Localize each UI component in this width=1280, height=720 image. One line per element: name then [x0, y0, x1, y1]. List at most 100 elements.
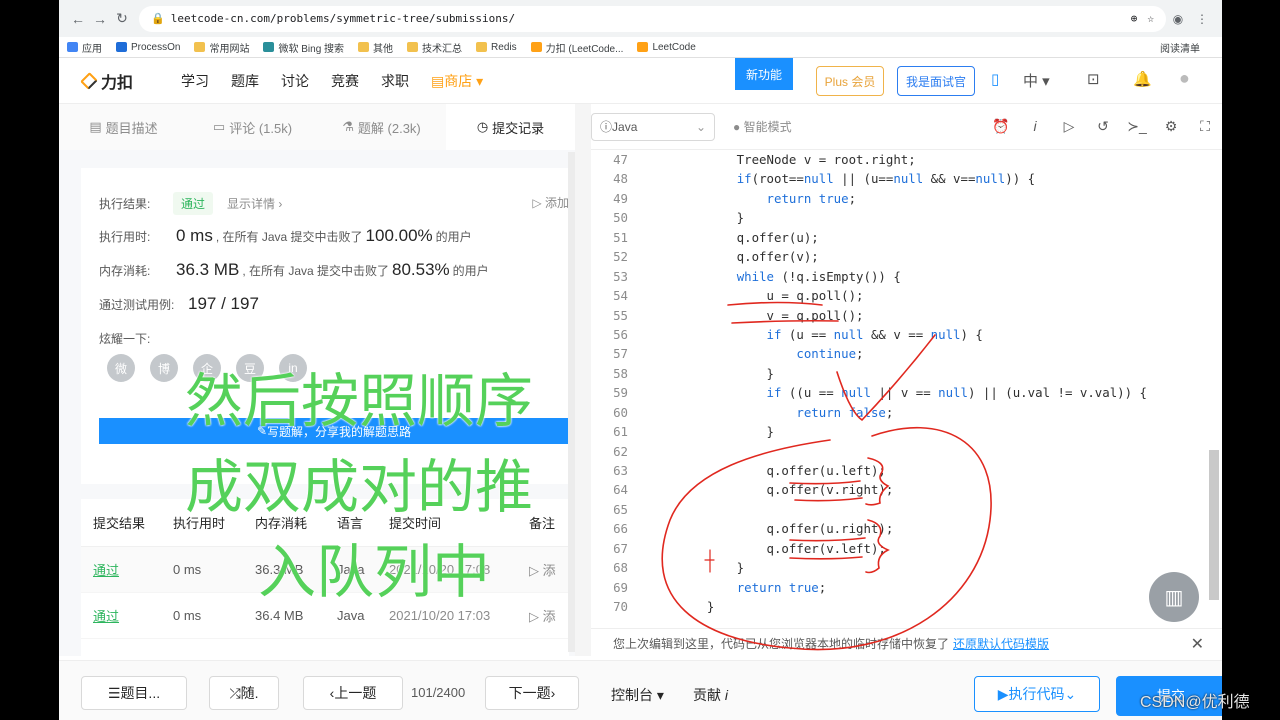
row-result-link[interactable]: 通过 — [81, 606, 173, 625]
code-line[interactable]: 48 if(root==null || (u==null && v==null)… — [591, 169, 1222, 188]
nav-jobs[interactable]: 求职 — [381, 71, 409, 91]
code-line[interactable]: 47 TreeNode v = root.right; — [591, 150, 1222, 169]
profile-icon[interactable]: ◉ — [1166, 12, 1190, 26]
code-line[interactable]: 65 — [591, 500, 1222, 519]
info-italic-icon[interactable]: i — [1018, 118, 1052, 135]
bookmark-redis[interactable]: Redis — [476, 42, 517, 53]
next-button[interactable]: 下一题 › — [485, 676, 579, 710]
code-line[interactable]: 58 } — [591, 364, 1222, 383]
bookmark-bing[interactable]: 微软 Bing 搜索 — [263, 40, 344, 55]
site-logo[interactable]: 力扣 — [79, 69, 159, 93]
nav-learn[interactable]: 学习 — [181, 71, 209, 91]
contribute-link[interactable]: 贡献 i — [693, 685, 728, 705]
bell-icon[interactable]: 🔔 — [1133, 70, 1152, 88]
editor-scrollbar[interactable] — [1209, 450, 1219, 600]
code-line[interactable]: 61 } — [591, 422, 1222, 441]
console-toggle[interactable]: 控制台 ▾ — [611, 685, 664, 705]
nav-shop[interactable]: ▤商店 ▾ — [431, 71, 483, 91]
row-language: Java — [337, 608, 365, 623]
line-text: q.offer(v); — [677, 249, 819, 265]
code-line[interactable]: 63 q.offer(u.left); — [591, 461, 1222, 480]
bookmark-common[interactable]: 常用网站 — [194, 40, 249, 55]
notes-float-button[interactable]: ▥ — [1149, 572, 1199, 622]
interviewer-button[interactable]: 我是面试官 — [897, 66, 975, 96]
memory-mid: , 在所有 Java 提交中击败了 — [242, 264, 389, 278]
forward-icon[interactable]: → — [89, 11, 111, 27]
keyword-token: null — [930, 326, 961, 342]
bookmark-leetcode-cn[interactable]: 力扣 (LeetCode... — [530, 40, 623, 55]
code-line[interactable]: 64 q.offer(v.right); — [591, 480, 1222, 499]
smart-mode-toggle[interactable]: ● 智能模式 — [733, 118, 792, 135]
code-line[interactable]: 52 q.offer(v); — [591, 247, 1222, 266]
code-line[interactable]: 53 while (!q.isEmpty()) { — [591, 267, 1222, 286]
avatar[interactable]: ● — [1179, 68, 1190, 89]
problem-list-button[interactable]: ☰ 题目... — [81, 676, 187, 710]
nav-problems[interactable]: 题库 — [231, 71, 259, 91]
tab-comments[interactable]: ▭ 评论 (1.5k) — [188, 104, 317, 150]
terminal-icon[interactable]: ≻_ — [1120, 118, 1154, 135]
caret-down-icon: ▾ — [472, 72, 484, 89]
play-icon[interactable]: ▷ — [1052, 118, 1086, 135]
row-result-link[interactable]: 通过 — [81, 560, 173, 579]
reading-list[interactable]: 阅读清单 — [1160, 40, 1200, 55]
close-icon[interactable]: ✕ — [1191, 634, 1204, 654]
bookmark-leetcode[interactable]: LeetCode — [637, 42, 696, 53]
code-line[interactable]: 51 q.offer(u); — [591, 228, 1222, 247]
code-line[interactable]: 55 v = q.poll(); — [591, 306, 1222, 325]
code-line[interactable]: 54 u = q.poll(); — [591, 286, 1222, 305]
tab-description[interactable]: ▤ 题目描述 — [59, 104, 188, 150]
bookmark-tech[interactable]: 技术汇总 — [407, 40, 462, 55]
code-line[interactable]: 59 if ((u == null || v == null) || (u.va… — [591, 383, 1222, 402]
watermark: CSDN@优利德 — [1140, 694, 1250, 711]
settings-icon[interactable]: ⚙ — [1154, 118, 1188, 135]
alarm-clock-icon[interactable]: ⏰ — [984, 118, 1018, 135]
address-bar[interactable]: 🔒 leetcode-cn.com/problems/symmetric-tre… — [139, 5, 1166, 32]
code-line[interactable]: 57 continue; — [591, 344, 1222, 363]
leetcode-icon — [530, 42, 542, 52]
zoom-icon[interactable]: ⊕ — [1131, 12, 1138, 25]
star-icon[interactable]: ☆ — [1147, 12, 1154, 25]
editor-tools: ⏰ i ▷ ↺ ≻_ ⚙ ⛶ — [984, 118, 1222, 135]
run-code-button[interactable]: ▶ 执行代码 ⌄ — [974, 676, 1100, 712]
language-switch[interactable]: 中 ▾ — [1023, 70, 1050, 91]
back-icon[interactable]: ← — [67, 11, 89, 27]
wechat-icon[interactable]: 微 — [107, 354, 135, 382]
show-detail-link[interactable]: 显示详情 › — [227, 195, 282, 212]
nav-contest[interactable]: 竞赛 — [331, 71, 359, 91]
code-line[interactable]: 66 q.offer(u.right); — [591, 519, 1222, 538]
prev-button[interactable]: ‹ 上一题 — [303, 676, 403, 710]
code-line[interactable]: 50 } — [591, 208, 1222, 227]
line-text: q.offer(u.left); — [677, 463, 886, 478]
reload-icon[interactable]: ↻ — [111, 10, 133, 27]
chevron-down-icon: ⌄ — [1064, 685, 1077, 702]
code-line[interactable]: 56 if (u == null && v == null) { — [591, 325, 1222, 344]
line-text: return false; — [796, 404, 894, 420]
line-number: 49 — [613, 190, 628, 206]
restore-default-link[interactable]: 还原默认代码模版 — [953, 635, 1049, 652]
random-button[interactable]: ⤮ 随. — [209, 676, 279, 710]
tab-solutions[interactable]: ⚗ 题解 (2.3k) — [317, 104, 446, 150]
runtime-mid: , 在所有 Java 提交中击败了 — [215, 230, 363, 244]
bookmark-apps[interactable]: 应用 — [67, 40, 102, 55]
code-line[interactable]: 62 — [591, 442, 1222, 461]
keyword-token: null — [833, 326, 864, 342]
bookmark-other[interactable]: 其他 — [358, 40, 393, 55]
menu-icon[interactable]: ⋮ — [1190, 12, 1214, 26]
mobile-icon[interactable]: ▯ — [991, 70, 999, 88]
add-note-button[interactable]: ▷ 添加 — [532, 194, 569, 211]
reset-icon[interactable]: ↺ — [1086, 118, 1120, 135]
new-feature-badge[interactable]: 新功能 — [735, 58, 793, 90]
language-select[interactable]: ⓘ Java ⌄ — [591, 112, 715, 141]
code-icon[interactable]: ⊡ — [1087, 70, 1100, 88]
code-line[interactable]: 49 return true; — [591, 189, 1222, 208]
bookmark-processon[interactable]: ProcessOn — [116, 42, 180, 53]
code-line[interactable]: 60 return false; — [591, 403, 1222, 422]
tab-submissions[interactable]: ◷ 提交记录 — [446, 104, 575, 150]
weibo-icon[interactable]: 博 — [150, 354, 178, 382]
fullscreen-icon[interactable]: ⛶ — [1188, 118, 1222, 135]
nav-discuss[interactable]: 讨论 — [281, 71, 309, 91]
plus-member-button[interactable]: Plus 会员 — [816, 66, 884, 96]
line-number: 48 — [613, 171, 628, 187]
row-add-note[interactable]: ▷ 添 — [529, 606, 569, 625]
keyword-token: return — [796, 404, 842, 420]
